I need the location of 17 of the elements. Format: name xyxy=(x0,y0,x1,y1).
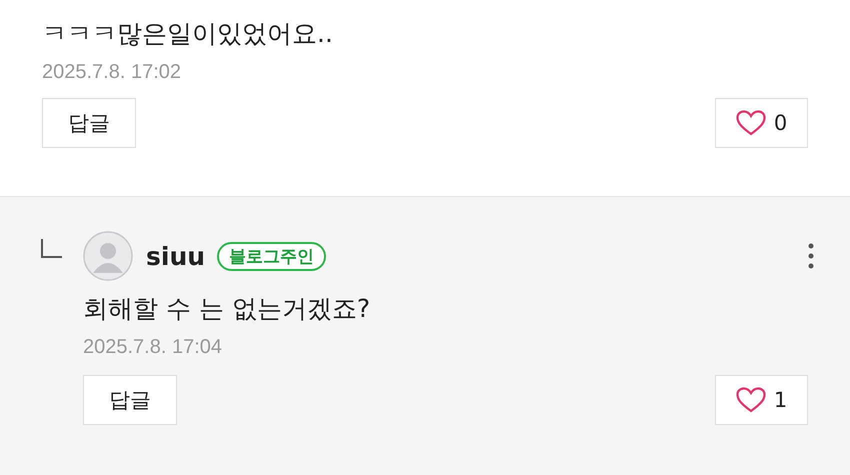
author-name: siuu xyxy=(146,242,206,270)
like-count: 0 xyxy=(774,111,788,135)
heart-icon xyxy=(736,110,766,136)
like-button[interactable]: 0 xyxy=(715,98,808,148)
comment-text: ㅋㅋㅋ많은일이있었어요.. xyxy=(42,18,334,50)
like-button[interactable]: 1 xyxy=(715,375,808,425)
comment-date: 2025.7.8. 17:02 xyxy=(42,61,182,84)
reply-button[interactable]: 답글 xyxy=(42,98,136,148)
like-count: 1 xyxy=(774,388,788,412)
owner-badge: 블로그주인 xyxy=(217,242,326,270)
comment-text: 회해할 수 는 없는거겠죠? xyxy=(83,293,372,325)
comment-date: 2025.7.8. 17:04 xyxy=(83,336,224,359)
heart-icon xyxy=(736,387,766,413)
more-icon[interactable] xyxy=(808,243,814,269)
avatar-icon xyxy=(83,231,133,281)
reply-branch-icon xyxy=(40,239,62,259)
reply-button[interactable]: 답글 xyxy=(83,375,177,425)
